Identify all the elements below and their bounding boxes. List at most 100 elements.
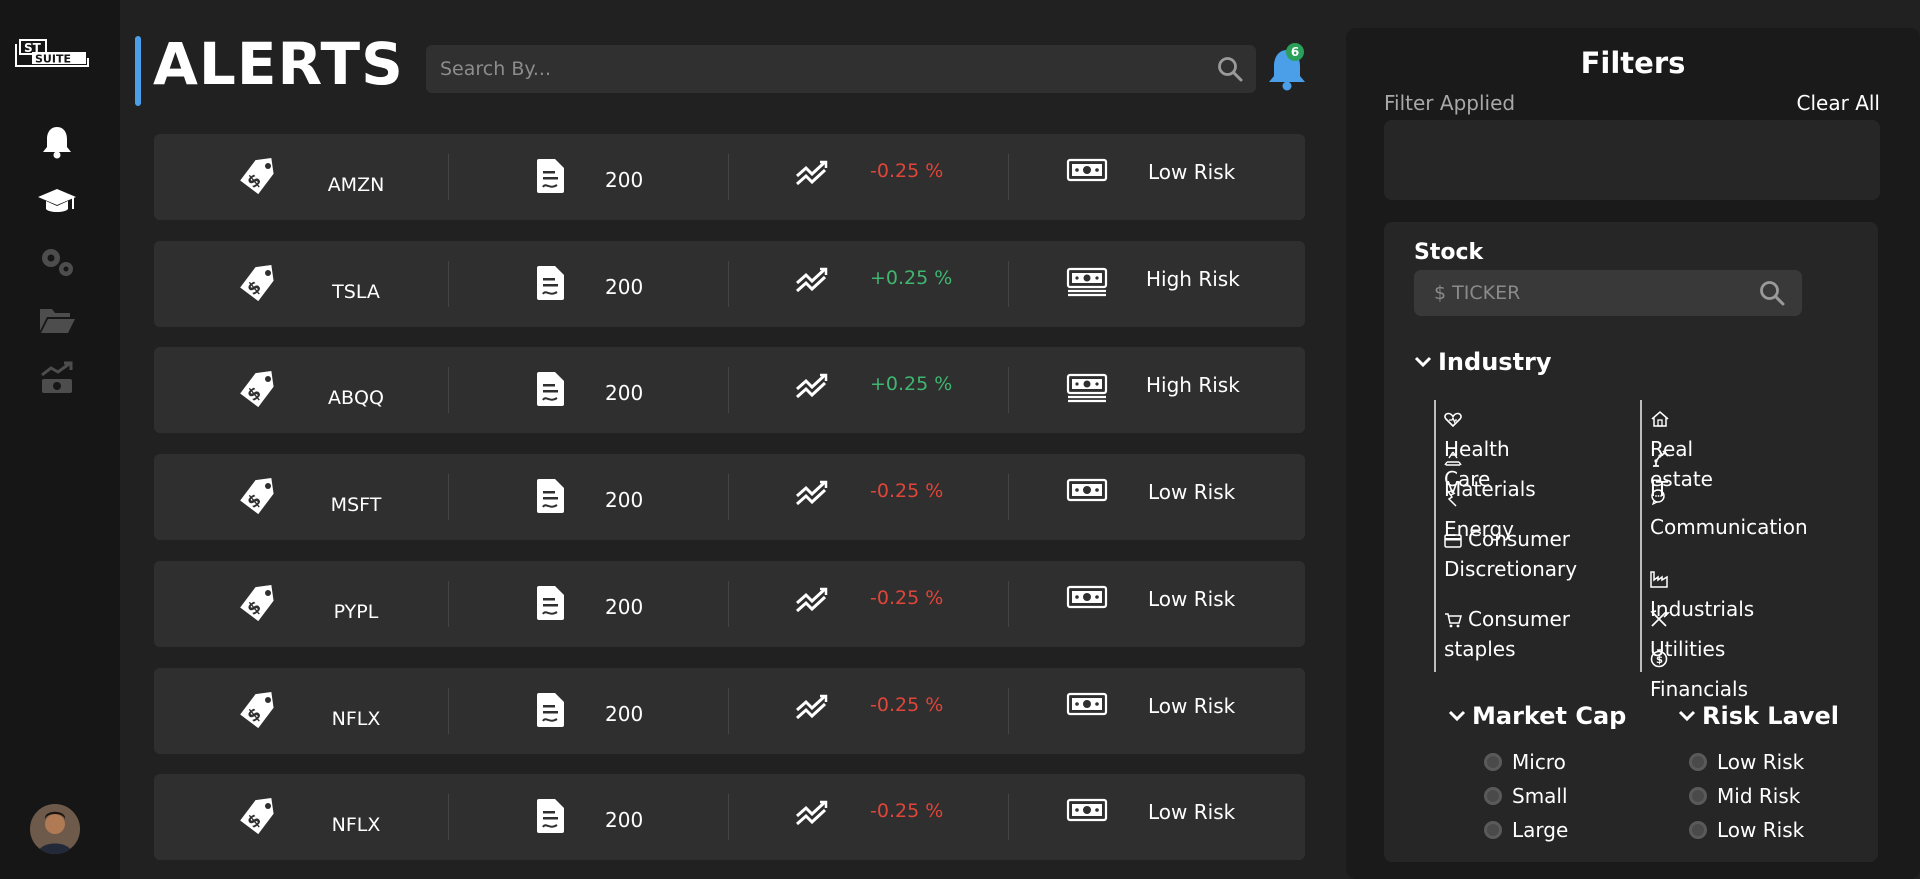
nav-alerts[interactable] <box>36 124 78 160</box>
energy-plug-icon <box>1446 489 1457 507</box>
coin-stopwatch-icon: $ <box>1650 649 1668 668</box>
alert-change: -0.25 % <box>870 160 944 182</box>
column-divider <box>448 794 449 840</box>
house-icon <box>1651 411 1669 427</box>
alert-quantity: 200 <box>605 595 644 619</box>
price-tag-icon: $ <box>236 796 280 840</box>
industry-column-left: Health Care Materials Energy Consumer Di… <box>1434 400 1577 672</box>
risk-level-label: Risk Lavel <box>1702 702 1839 730</box>
alert-ticker: PYPL <box>333 601 379 623</box>
ticker-search-icon[interactable] <box>1758 279 1786 307</box>
column-divider <box>728 367 729 413</box>
alert-row[interactable]: $ TSLA 200 +0.25 % High Risk <box>154 241 1305 327</box>
alert-quantity: 200 <box>605 381 644 405</box>
radio-dot <box>1689 753 1707 771</box>
svg-text:SUITE: SUITE <box>35 53 71 66</box>
nav-investments[interactable] <box>36 360 78 396</box>
column-divider <box>448 367 449 413</box>
chat-bubbles-icon <box>1651 489 1665 506</box>
alert-change: +0.25 % <box>870 373 953 395</box>
market-cap-section-toggle[interactable]: Market Cap <box>1448 702 1626 730</box>
alert-quantity: 200 <box>605 702 644 726</box>
industry-consumer-discretionary[interactable]: Consumer Discretionary <box>1444 524 1594 584</box>
alert-row[interactable]: $ MSFT 200 -0.25 % Low Risk <box>154 454 1305 540</box>
industry-financials[interactable]: $ Financials <box>1650 644 1748 704</box>
app-logo[interactable]: ST SUITE <box>12 36 92 74</box>
document-icon <box>534 158 566 198</box>
industry-section-toggle[interactable]: Industry <box>1414 348 1552 376</box>
column-divider <box>448 261 449 307</box>
radio-dot <box>1689 821 1707 839</box>
ticker-input[interactable] <box>1414 270 1802 316</box>
nav-folders[interactable] <box>36 302 78 338</box>
market-cap-option-label: Small <box>1512 784 1568 808</box>
trend-chart-icon <box>795 373 831 403</box>
industry-consumer-staples[interactable]: Consumer staples <box>1444 604 1594 664</box>
nav-settings[interactable] <box>36 244 78 280</box>
radio-dot <box>1484 821 1502 839</box>
risk-level-section-toggle[interactable]: Risk Lavel <box>1678 702 1839 730</box>
alert-risk: Low Risk <box>1148 694 1236 718</box>
app-root: ST SUITE ALERTS 6 $AMZN200-0.25 %Low <box>0 0 1920 879</box>
search-input[interactable] <box>426 45 1256 93</box>
title-accent-bar <box>135 36 141 106</box>
clear-all-button[interactable]: Clear All <box>1797 91 1880 115</box>
alert-row[interactable]: $ AMZN 200 -0.25 % Low Risk <box>154 134 1305 220</box>
factory-icon <box>1650 571 1668 588</box>
alert-row[interactable]: $ ABQQ 200 +0.25 % High Risk <box>154 347 1305 433</box>
document-icon <box>534 692 566 732</box>
alert-change: -0.25 % <box>870 800 944 822</box>
trend-chart-icon <box>795 800 831 830</box>
alert-risk: Low Risk <box>1148 587 1236 611</box>
alert-risk: Low Risk <box>1148 160 1236 184</box>
market-cap-option-large[interactable]: Large <box>1484 818 1568 842</box>
alert-row[interactable]: $ PYPL 200 -0.25 % Low Risk <box>154 561 1305 647</box>
market-cap-label: Market Cap <box>1472 702 1627 730</box>
market-cap-option-small[interactable]: Small <box>1484 784 1568 808</box>
applied-filters-box <box>1384 120 1880 200</box>
heart-icon <box>1444 412 1462 428</box>
user-avatar[interactable] <box>30 804 80 854</box>
stock-label: Stock <box>1414 240 1484 265</box>
folder-open-icon <box>40 309 75 333</box>
price-tag-icon: $ <box>236 583 280 627</box>
column-divider <box>728 688 729 734</box>
search-icon[interactable] <box>1216 55 1244 83</box>
risk-level-option-label: Mid Risk <box>1717 784 1801 808</box>
alert-quantity: 200 <box>605 488 644 512</box>
document-icon <box>534 798 566 838</box>
alert-quantity: 200 <box>605 168 644 192</box>
market-cap-option-label: Large <box>1512 818 1569 842</box>
risk-level-option-low-2[interactable]: Low Risk <box>1689 818 1804 842</box>
cash-icon <box>1066 585 1108 615</box>
market-cap-option-micro[interactable]: Micro <box>1484 750 1566 774</box>
avatar-image <box>30 804 80 854</box>
industry-communication-label: Communication <box>1650 515 1808 539</box>
risk-level-option-low[interactable]: Low Risk <box>1689 750 1804 774</box>
tools-icon <box>1650 610 1670 627</box>
alert-ticker: NFLX <box>331 814 381 836</box>
column-divider <box>728 581 729 627</box>
radio-dot <box>1689 787 1707 805</box>
alert-row[interactable]: $ NFLX 200 -0.25 % Low Risk <box>154 774 1305 860</box>
trend-chart-icon <box>795 694 831 724</box>
ticker-search-box <box>1414 270 1802 316</box>
price-tag-icon: $ <box>236 690 280 734</box>
document-icon <box>534 585 566 625</box>
filter-applied-label: Filter Applied <box>1384 91 1516 115</box>
risk-level-option-label: Low Risk <box>1717 818 1805 842</box>
price-tag-icon: $ <box>236 156 280 200</box>
nav-education[interactable] <box>36 184 78 220</box>
industry-communication[interactable]: Communication <box>1650 482 1810 542</box>
alert-row[interactable]: $ NFLX 200 -0.25 % Low Risk <box>154 668 1305 754</box>
trend-chart-icon <box>795 160 831 190</box>
alert-ticker: NFLX <box>331 708 381 730</box>
search-bar <box>426 45 1256 93</box>
trend-chart-icon <box>795 480 831 510</box>
gears-icon <box>42 249 73 276</box>
risk-level-option-mid[interactable]: Mid Risk <box>1689 784 1800 808</box>
filters-panel: Filters Filter Applied Clear All Stock I… <box>1346 28 1920 879</box>
chevron-down-icon <box>1448 710 1466 722</box>
column-divider <box>1008 474 1009 520</box>
column-divider <box>728 794 729 840</box>
